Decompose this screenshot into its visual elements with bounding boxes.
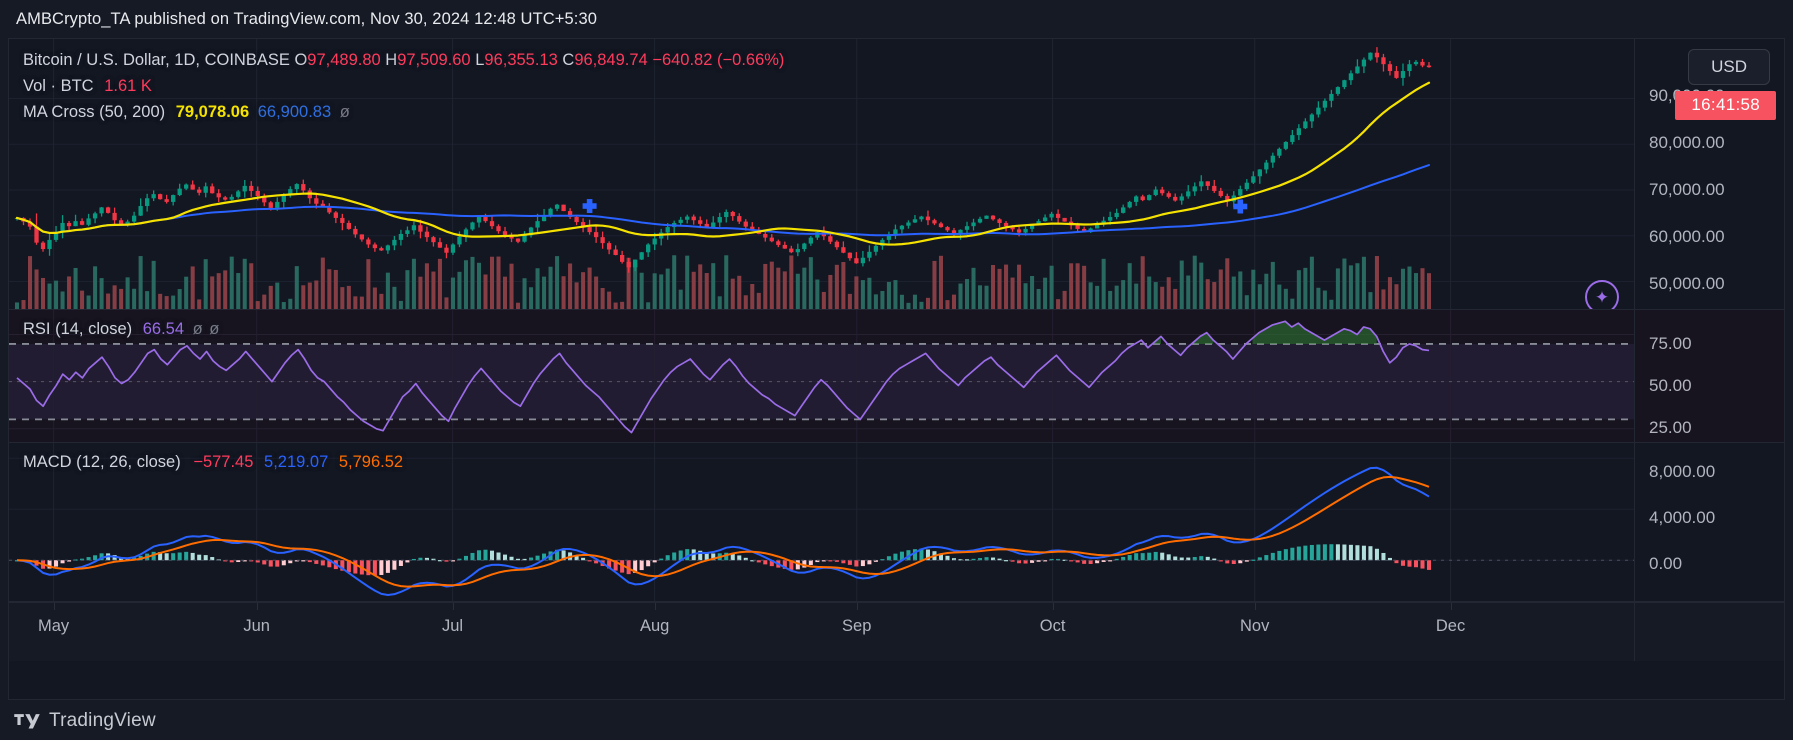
rsi-plot[interactable]: [9, 310, 1634, 442]
tradingview-logo: [14, 713, 40, 730]
tradingview-brand: TradingView: [49, 710, 156, 731]
rsi-tick-50: 50.00: [1649, 376, 1692, 395]
chart-container[interactable]: 90,000.00 80,000.00 70,000.00 60,000.00 …: [8, 38, 1785, 700]
price-legend[interactable]: Bitcoin / U.S. Dollar, 1D, COINBASE O97,…: [23, 48, 784, 126]
ohlc-open-label: O: [294, 51, 308, 69]
time-axis-scale-corner: [1634, 603, 1784, 661]
attribution-text: AMBCrypto_TA published on TradingView.co…: [16, 9, 598, 28]
volume-legend-row: Vol · BTC 1.61 K: [23, 74, 784, 98]
time-tick: [856, 603, 858, 610]
time-axis-label-aug[interactable]: Aug: [640, 617, 669, 636]
time-tick: [654, 603, 656, 610]
ma-cross-legend-row: MA Cross (50, 200) 79,078.06 66,900.83 ø: [23, 100, 784, 124]
time-tick: [256, 603, 258, 610]
ohlc-close-label: C: [562, 51, 575, 69]
price-pane[interactable]: 90,000.00 80,000.00 70,000.00 60,000.00 …: [9, 39, 1784, 309]
rsi-title[interactable]: RSI (14, close): [23, 320, 132, 338]
time-tick: [1450, 603, 1452, 610]
rsi-series: [9, 310, 1634, 442]
symbol-title[interactable]: Bitcoin / U.S. Dollar, 1D, COINBASE: [23, 51, 290, 69]
time-axis-label-dec[interactable]: Dec: [1436, 617, 1465, 636]
clock-badge: 16:41:58: [1675, 91, 1776, 120]
rsi-scale[interactable]: 75.00 50.00 25.00: [1634, 310, 1784, 442]
ma-extra-value: ø: [339, 103, 350, 121]
price-tick-80000: 80,000.00: [1649, 133, 1725, 152]
macd-legend[interactable]: MACD (12, 26, close) −577.45 5,219.07 5,…: [23, 450, 403, 474]
footer: TradingView: [14, 710, 156, 732]
time-axis-label-sep[interactable]: Sep: [842, 617, 871, 636]
volume-title[interactable]: Vol · BTC: [23, 77, 94, 95]
macd-tick-4000: 4,000.00: [1649, 508, 1716, 527]
volume-value: 1.61 K: [104, 77, 152, 95]
time-axis-label-jul[interactable]: Jul: [442, 617, 463, 636]
ohlc-open-value: 97,489.80: [307, 51, 381, 69]
time-axis-label-jun[interactable]: Jun: [243, 617, 270, 636]
time-axis-label-oct[interactable]: Oct: [1040, 617, 1066, 636]
ohlc-change-pct: (−0.66%): [717, 51, 785, 69]
attribution-bar: AMBCrypto_TA published on TradingView.co…: [0, 0, 1793, 38]
time-axis[interactable]: May Jun Jul Aug Sep Oct Nov Dec: [9, 602, 1784, 661]
macd-scale[interactable]: 8,000.00 4,000.00 0.00: [1634, 443, 1784, 601]
rsi-value: 66.54: [142, 320, 185, 338]
ma-cross-title[interactable]: MA Cross (50, 200): [23, 103, 165, 121]
macd-tick-0: 0.00: [1649, 554, 1683, 573]
sparkle-icon[interactable]: ✦: [1585, 280, 1619, 309]
time-tick: [1254, 603, 1256, 610]
ohlc-change: −640.82: [652, 51, 713, 69]
ma-fast-value: 79,078.06: [175, 103, 250, 121]
ma-slow-value: 66,900.83: [257, 103, 332, 121]
macd-tick-8000: 8,000.00: [1649, 462, 1716, 481]
time-tick: [452, 603, 454, 610]
time-axis-label-nov[interactable]: Nov: [1240, 617, 1269, 636]
rsi-pane[interactable]: 75.00 50.00 25.00 RSI (14, close) 66.54 …: [9, 310, 1784, 442]
time-axis-label-may[interactable]: May: [38, 617, 69, 636]
price-tick-50000: 50,000.00: [1649, 274, 1725, 293]
ohlc-low-value: 96,355.13: [484, 51, 558, 69]
time-tick: [53, 603, 55, 610]
rsi-extra-1: ø: [192, 320, 203, 338]
rsi-tick-25: 25.00: [1649, 418, 1692, 437]
ohlc-high-value: 97,509.60: [397, 51, 471, 69]
price-tick-60000: 60,000.00: [1649, 227, 1725, 246]
macd-signal-value: 5,796.52: [338, 453, 404, 471]
rsi-extra-2: ø: [209, 320, 220, 338]
tradingview-chart-screenshot: AMBCrypto_TA published on TradingView.co…: [0, 0, 1793, 740]
macd-line-value: 5,219.07: [264, 453, 329, 471]
rsi-tick-75: 75.00: [1649, 334, 1692, 353]
time-tick: [1052, 603, 1054, 610]
ohlc-high-label: H: [385, 51, 398, 69]
ohlc-low-label: L: [475, 51, 485, 69]
currency-badge[interactable]: USD: [1688, 49, 1770, 85]
symbol-legend-row: Bitcoin / U.S. Dollar, 1D, COINBASE O97,…: [23, 48, 784, 72]
macd-pane[interactable]: 8,000.00 4,000.00 0.00 MACD (12, 26, clo…: [9, 443, 1784, 601]
ohlc-close-value: 96,849.74: [574, 51, 648, 69]
macd-title[interactable]: MACD (12, 26, close): [23, 453, 181, 471]
rsi-legend[interactable]: RSI (14, close) 66.54 ø ø: [23, 317, 219, 341]
macd-hist-value: −577.45: [193, 453, 254, 471]
price-tick-70000: 70,000.00: [1649, 180, 1725, 199]
